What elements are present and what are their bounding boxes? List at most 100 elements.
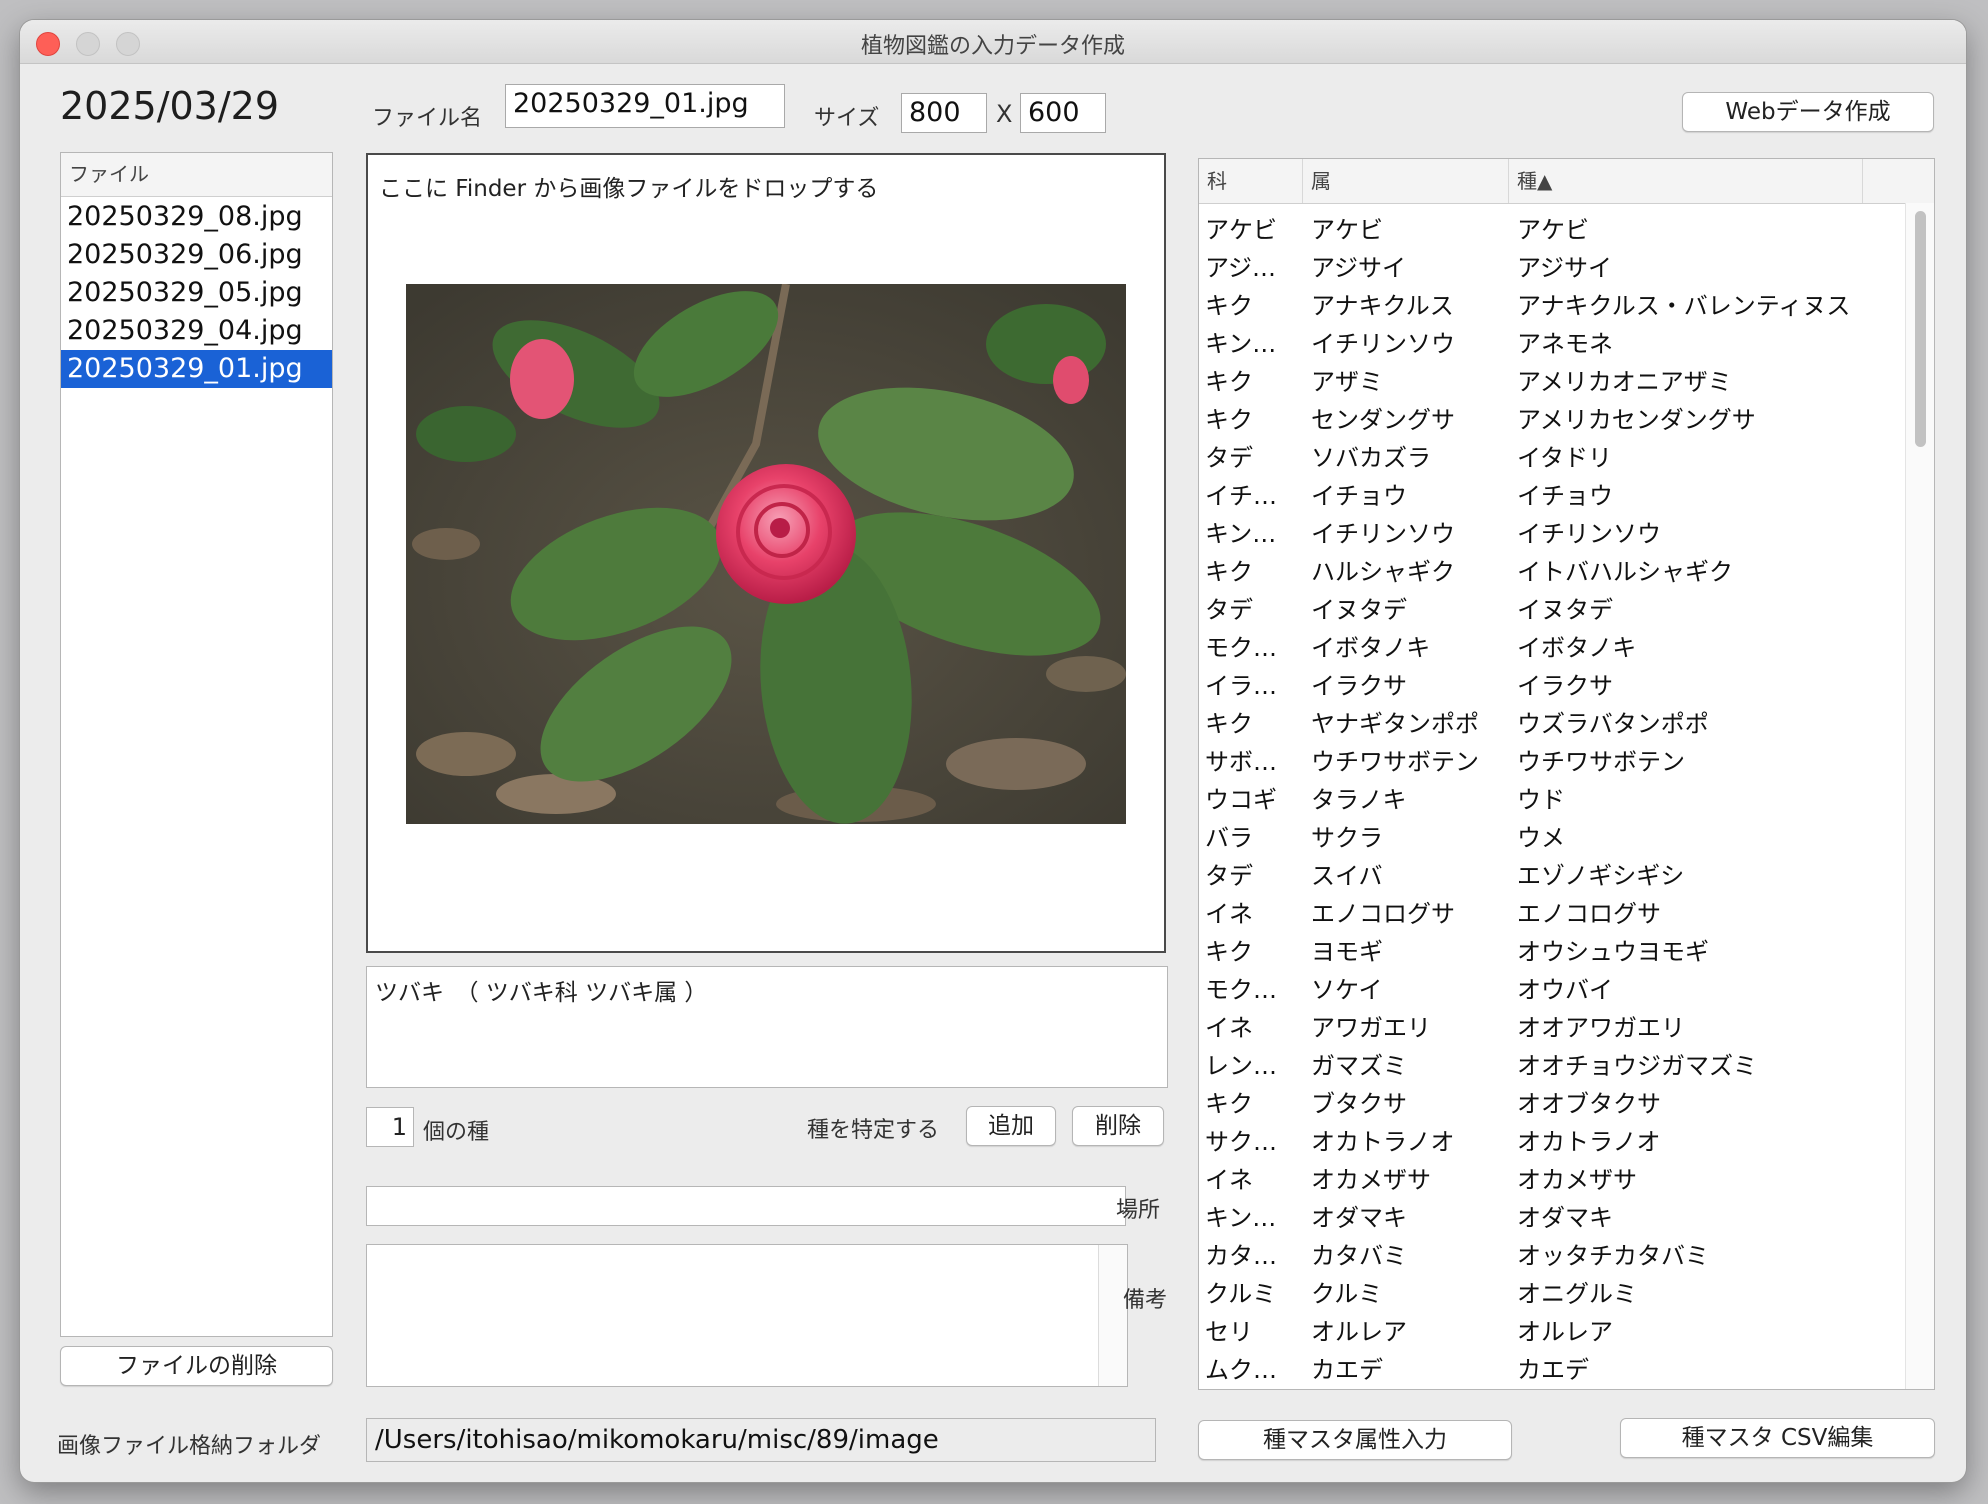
family-cell: キク <box>1205 1090 1253 1118</box>
drop-hint: ここに Finder から画像ファイルをドロップする <box>379 176 879 202</box>
species-cell: オカメザサ <box>1517 1166 1637 1194</box>
table-row[interactable]: タデ ソバカズラ イタドリ <box>1199 439 1906 477</box>
table-row[interactable]: キク センダングサ アメリカセンダングサ <box>1199 401 1906 439</box>
genus-cell: ヨモギ <box>1311 938 1383 966</box>
genus-cell: クルミ <box>1311 1280 1383 1308</box>
table-row[interactable]: イネ オカメザサ オカメザサ <box>1199 1161 1906 1199</box>
table-row[interactable]: キン… イチリンソウ イチリンソウ <box>1199 515 1906 553</box>
family-cell: アケビ <box>1205 216 1277 244</box>
filename-field[interactable]: 20250329_01.jpg <box>505 84 785 128</box>
table-row[interactable]: イチ… イチョウ イチョウ <box>1199 477 1906 515</box>
family-cell: カタ… <box>1205 1242 1277 1270</box>
remove-button[interactable]: 削除 <box>1072 1106 1164 1146</box>
table-row[interactable]: キク ヨモギ オウシュウヨモギ <box>1199 933 1906 971</box>
scroll-thumb[interactable] <box>1915 211 1926 447</box>
genus-cell: エノコログサ <box>1311 900 1455 928</box>
species-cell: カエデ <box>1517 1356 1589 1384</box>
width-field[interactable]: 800 <box>901 93 987 133</box>
species-description[interactable]: ツバキ （ ツバキ科 ツバキ属 ） <box>366 966 1168 1088</box>
family-cell: イネ <box>1205 1014 1253 1042</box>
add-button[interactable]: 追加 <box>966 1106 1056 1146</box>
table-row[interactable]: セリ オルレア オルレア <box>1199 1313 1906 1351</box>
table-row[interactable]: キン… イチリンソウ アネモネ <box>1199 325 1906 363</box>
genus-cell: サクラ <box>1311 824 1383 852</box>
species-cell: イトバハルシャギク <box>1517 558 1733 586</box>
genus-cell: カタバミ <box>1311 1242 1407 1270</box>
species-cell: オオブタクサ <box>1517 1090 1661 1118</box>
table-row[interactable]: タデ イヌタデ イヌタデ <box>1199 591 1906 629</box>
file-list-header[interactable]: ファイル <box>61 153 332 197</box>
species-master-attr-button[interactable]: 種マスタ属性入力 <box>1198 1420 1512 1460</box>
genus-cell: ブタクサ <box>1311 1090 1407 1118</box>
table-row[interactable]: タデ スイバ エゾノギシギシ <box>1199 857 1906 895</box>
table-row[interactable]: キク ヤナギタンポポ ウズラバタンポポ <box>1199 705 1906 743</box>
species-master-csv-button[interactable]: 種マスタ CSV編集 <box>1620 1418 1935 1458</box>
genus-cell: イボタノキ <box>1311 634 1431 662</box>
species-table[interactable]: 科 属 種▲ アケビ アケビ アケビ アジ… アジサイ アジサイ キク アナキクルス アナキクル… <box>1198 158 1935 1390</box>
notes-scrollbar[interactable] <box>1098 1245 1127 1386</box>
file-list-item[interactable]: 20250329_08.jpg <box>61 198 332 236</box>
genus-cell: アザミ <box>1311 368 1383 396</box>
table-row[interactable]: クルミ クルミ オニグルミ <box>1199 1275 1906 1313</box>
place-label: 場所 <box>1116 1198 1161 1223</box>
table-row[interactable]: バラ サクラ ウメ <box>1199 819 1906 857</box>
column-species[interactable]: 種▲ <box>1509 159 1863 203</box>
image-drop-area[interactable]: ここに Finder から画像ファイルをドロップする <box>366 153 1166 953</box>
folder-path-field[interactable]: /Users/itohisao/mikomokaru/misc/89/image <box>366 1418 1156 1462</box>
family-cell: レン… <box>1205 1052 1277 1080</box>
species-cell: オオチョウジガマズミ <box>1517 1052 1757 1080</box>
column-family[interactable]: 科 <box>1199 159 1303 203</box>
delete-file-button[interactable]: ファイルの削除 <box>60 1346 333 1386</box>
species-cell: イヌタデ <box>1517 596 1613 624</box>
file-list-rows: 20250329_08.jpg 20250329_06.jpg 20250329_0… <box>61 197 332 388</box>
create-web-data-button[interactable]: Webデータ作成 <box>1682 92 1934 132</box>
table-row[interactable]: イネ エノコログサ エノコログサ <box>1199 895 1906 933</box>
table-row[interactable]: キク ブタクサ オオブタクサ <box>1199 1085 1906 1123</box>
family-cell: アジ… <box>1205 254 1277 282</box>
genus-cell: ハルシャギク <box>1311 558 1455 586</box>
table-row[interactable]: ウコギ タラノキ ウド <box>1199 781 1906 819</box>
genus-cell: アケビ <box>1311 216 1383 244</box>
family-cell: イラ… <box>1205 672 1277 700</box>
notes-field[interactable] <box>366 1244 1128 1387</box>
table-row[interactable]: サク… オカトラノオ オカトラノオ <box>1199 1123 1906 1161</box>
species-cell: アジサイ <box>1517 254 1613 282</box>
file-list-item[interactable]: 20250329_06.jpg <box>61 236 332 274</box>
table-row[interactable]: モク… ソケイ オウバイ <box>1199 971 1906 1009</box>
table-row[interactable]: キク ハルシャギク イトバハルシャギク <box>1199 553 1906 591</box>
table-row[interactable]: キン… オダマキ オダマキ <box>1199 1199 1906 1237</box>
family-cell: バラ <box>1205 824 1253 852</box>
file-list[interactable]: ファイル 20250329_08.jpg 20250329_06.jpg 20250… <box>60 152 333 1337</box>
table-row[interactable]: キク アザミ アメリカオニアザミ <box>1199 363 1906 401</box>
table-row[interactable]: レン… ガマズミ オオチョウジガマズミ <box>1199 1047 1906 1085</box>
table-row[interactable]: サボ… ウチワサボテン ウチワサボテン <box>1199 743 1906 781</box>
plant-photo <box>406 284 1126 824</box>
table-row[interactable]: モク… イボタノキ イボタノキ <box>1199 629 1906 667</box>
species-table-header: 科 属 種▲ <box>1199 159 1934 204</box>
identify-species-label: 種を特定する <box>807 1118 940 1143</box>
table-row[interactable]: アケビ アケビ アケビ <box>1199 211 1906 249</box>
file-list-item[interactable]: 20250329_04.jpg <box>61 312 332 350</box>
sort-ascending-icon: 種▲ <box>1517 169 1553 193</box>
height-field[interactable]: 600 <box>1020 93 1106 133</box>
file-list-item[interactable]: 20250329_05.jpg <box>61 274 332 312</box>
table-row[interactable]: イラ… イラクサ イラクサ <box>1199 667 1906 705</box>
family-cell: イチ… <box>1205 482 1277 510</box>
genus-cell: イラクサ <box>1311 672 1407 700</box>
table-row[interactable]: キク アナキクルス アナキクルス・バレンティヌス <box>1199 287 1906 325</box>
table-row[interactable]: イネ アワガエリ オオアワガエリ <box>1199 1009 1906 1047</box>
species-table-scrollbar[interactable] <box>1905 203 1934 1389</box>
genus-cell: イチリンソウ <box>1311 520 1455 548</box>
species-cell: イタドリ <box>1517 444 1613 472</box>
table-row[interactable]: アジ… アジサイ アジサイ <box>1199 249 1906 287</box>
place-field[interactable] <box>366 1186 1126 1226</box>
table-row[interactable]: ムク… カエデ カエデ <box>1199 1351 1906 1389</box>
table-row[interactable]: カタ… カタバミ オッタチカタバミ <box>1199 1237 1906 1275</box>
species-cell: イチリンソウ <box>1517 520 1661 548</box>
file-list-item[interactable]: 20250329_01.jpg <box>61 350 332 388</box>
family-cell: タデ <box>1205 596 1253 624</box>
genus-cell: イチリンソウ <box>1311 330 1455 358</box>
column-genus[interactable]: 属 <box>1303 159 1509 203</box>
family-cell: ウコギ <box>1205 786 1277 814</box>
genus-cell: カエデ <box>1311 1356 1383 1384</box>
